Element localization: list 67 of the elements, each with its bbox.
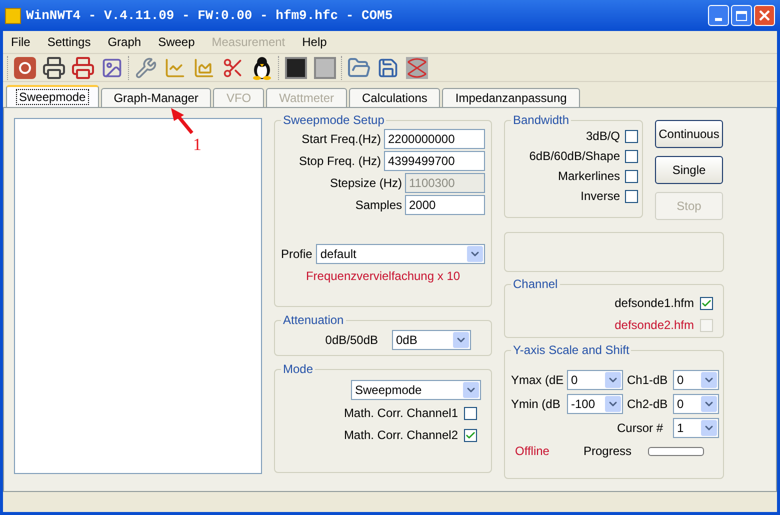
field-label: Ymax (dE [510,372,565,390]
power-icon[interactable] [12,54,38,81]
app-icon [5,8,21,24]
input-field[interactable]: 2000 [405,195,485,216]
field-label: Stepsize (Hz) [330,175,402,192]
multiplier-note: Frequenzvervielfachung x 10 [304,268,462,286]
annotation-number: 1 [193,134,202,156]
tab[interactable]: Sweepmode [6,85,99,108]
sweep-button[interactable]: Single [655,156,723,184]
field-label: Ch1-dB [626,372,669,390]
connection-status: Offline [515,443,550,460]
checkbox-label: Math. Corr. Channel1 [344,405,458,422]
field-label: Progress [583,443,632,460]
frame-icon[interactable] [283,54,309,81]
checkbox[interactable] [625,190,638,204]
checkbox[interactable] [625,130,638,144]
channel-file: defsonde1.hfm [614,295,694,312]
close-button[interactable] [754,5,775,26]
checkbox[interactable] [625,170,638,184]
checkbox-label: Math. Corr. Channel2 [344,427,458,444]
profile-dropdown[interactable]: default [316,244,485,264]
tab[interactable]: Calculations [349,88,440,108]
checkbox[interactable] [464,406,477,420]
group-title: Sweepmode Setup [281,112,386,128]
menu-item[interactable]: File [11,33,30,51]
checkbox-label: Markerlines [558,170,620,184]
mode-dropdown[interactable]: Sweepmode [351,380,481,400]
dropdown[interactable]: 0 [567,370,623,390]
field-label: Ymin (dB [510,396,562,414]
field-label: Ch2-dB [626,396,669,414]
dropdown[interactable]: -100 [567,394,623,414]
close-icon [759,10,770,21]
channel-file: defsonde2.hfm [614,317,694,334]
printer-icon[interactable] [41,54,67,81]
field-label: Samples [355,197,402,214]
tab[interactable]: Graph-Manager [100,88,212,108]
attenuation-dropdown[interactable]: 0dB [392,330,471,350]
field-label: 0dB/50dB [325,332,378,349]
check-icon [465,430,476,441]
minimize-button[interactable] [708,5,729,26]
input-field[interactable]: 4399499700 [384,151,485,172]
field-label: Start Freq.(Hz) [302,131,381,148]
arrows-icon[interactable] [404,54,430,81]
sweep-button[interactable]: Continuous [655,120,723,148]
checkbox[interactable] [464,428,477,442]
cursor-dropdown[interactable]: 1 [673,418,719,438]
printer-icon[interactable] [70,54,96,81]
menu-item[interactable]: Settings [47,33,91,51]
checkbox[interactable] [700,296,713,310]
checkbox-label: 3dB/Q [586,130,620,144]
menu-item[interactable]: Help [302,33,327,51]
tab[interactable]: Impedanzanpassung [442,88,580,108]
check-icon [701,298,712,309]
menu-item[interactable]: Sweep [158,33,195,51]
dropdown[interactable]: 0 [673,370,719,390]
annotation-arrow [170,108,194,134]
field-label: Stop Freq. (Hz) [298,153,381,170]
checkbox-label: 6dB/60dB/Shape [529,150,620,164]
menu-item[interactable]: Graph [108,33,142,51]
field-label: Cursor # [616,420,663,438]
field-label: Profie [281,246,312,264]
input-field[interactable]: 2200000000 [384,129,485,150]
checkbox[interactable] [625,150,638,164]
checkbox-label: Inverse [580,190,620,204]
window-title: WinNWT4 - V.4.11.09 - FW:0.00 - hfm9.hfc - COM5 [26,6,393,25]
dropdown[interactable]: 0 [673,394,719,414]
maximize-button[interactable] [731,5,752,26]
